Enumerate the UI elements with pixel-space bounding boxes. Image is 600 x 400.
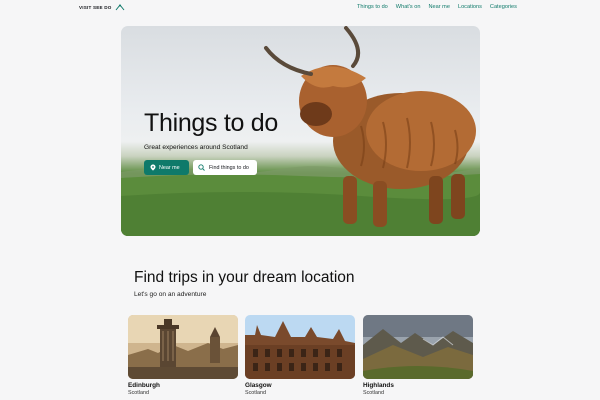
nav-whats-on[interactable]: What's on xyxy=(396,4,421,10)
thistle-icon xyxy=(115,4,124,11)
highlands-region: Scotland xyxy=(363,390,384,396)
nav-categories[interactable]: Categories xyxy=(490,4,517,10)
hero-title: Things to do xyxy=(144,109,278,137)
top-navigation-bar: VISIT SEE DO Things to do What's on Near… xyxy=(0,0,600,16)
location-card-glasgow[interactable]: Glasgow Scotland xyxy=(245,315,355,396)
near-me-label: Near me xyxy=(159,164,180,171)
location-card-highlands[interactable]: Highlands Scotland xyxy=(363,315,473,396)
glasgow-image xyxy=(245,315,355,379)
glasgow-name: Glasgow xyxy=(245,382,272,389)
search-icon xyxy=(198,164,205,171)
edinburgh-name: Edinburgh xyxy=(128,382,160,389)
near-me-button[interactable]: Near me xyxy=(144,160,189,175)
edinburgh-region: Scotland xyxy=(128,390,149,396)
glasgow-region: Scotland xyxy=(245,390,266,396)
nav-locations[interactable]: Locations xyxy=(458,4,482,10)
nav-near-me[interactable]: Near me xyxy=(429,4,450,10)
nav-things-to-do[interactable]: Things to do xyxy=(357,4,388,10)
hero-subtitle: Great experiences around Scotland xyxy=(144,144,248,151)
location-card-edinburgh[interactable]: Edinburgh Scotland xyxy=(128,315,238,396)
highlands-image xyxy=(363,315,473,379)
logo-text: VISIT SEE DO xyxy=(79,5,112,10)
site-logo[interactable]: VISIT SEE DO xyxy=(79,4,125,11)
main-nav: Things to do What's on Near me Locations… xyxy=(357,4,517,10)
find-things-button[interactable]: Find things to do xyxy=(193,160,257,175)
hero-banner: Things to do Great experiences around Sc… xyxy=(121,26,480,236)
edinburgh-image xyxy=(128,315,238,379)
map-pin-icon xyxy=(150,164,156,171)
highlands-name: Highlands xyxy=(363,382,394,389)
locations-heading: Find trips in your dream location xyxy=(134,269,355,286)
locations-subheading: Let's go on an adventure xyxy=(134,291,207,298)
find-things-label: Find things to do xyxy=(209,164,249,171)
